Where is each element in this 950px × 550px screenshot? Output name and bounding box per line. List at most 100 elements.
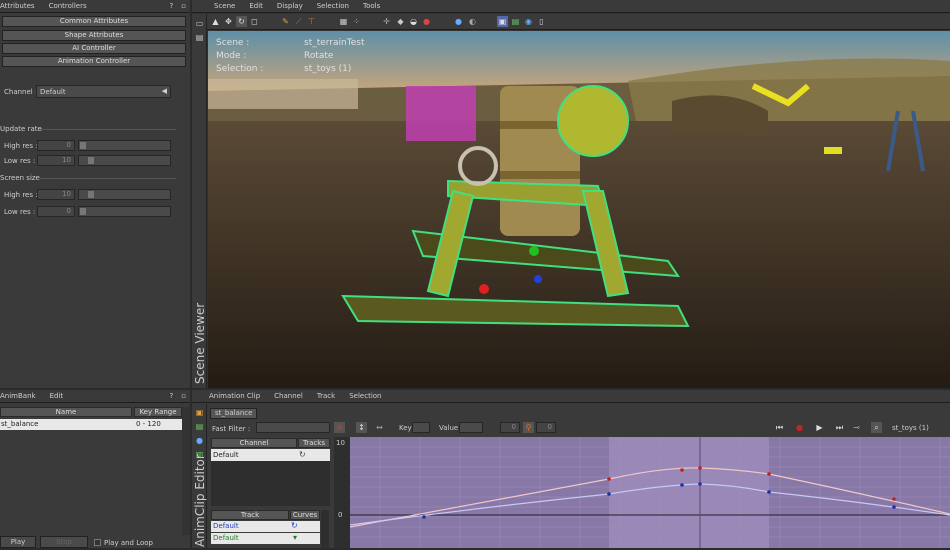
go-end-icon[interactable]: ⏭ bbox=[834, 422, 845, 433]
update-low-res-input[interactable]: 10 bbox=[37, 155, 75, 166]
phone-icon[interactable]: ▯ bbox=[536, 16, 547, 27]
paint-icon[interactable]: ⟋ bbox=[293, 16, 304, 27]
animbank-panel: AnimBank Edit ? ▫ Name Key Range st_bala… bbox=[0, 390, 190, 548]
channel-column-header[interactable]: Channel bbox=[211, 438, 297, 448]
terrain-icon[interactable]: ⊤ bbox=[306, 16, 317, 27]
screen-low-res-input[interactable]: 0 bbox=[37, 206, 75, 217]
display-menu[interactable]: Display bbox=[270, 2, 310, 10]
object-search-icon[interactable]: ⌕ bbox=[871, 422, 882, 433]
scene-menu[interactable]: Scene bbox=[207, 2, 242, 10]
view-mode-icon[interactable]: ▣ bbox=[497, 16, 508, 27]
maximize-icon[interactable]: ▫ bbox=[177, 392, 190, 400]
time-marker-icon[interactable]: ⚲ bbox=[523, 422, 534, 433]
maximize-icon[interactable]: ▫ bbox=[177, 2, 190, 10]
viewport-icon[interactable]: ▭ bbox=[194, 18, 205, 29]
scale-icon[interactable]: ◻ bbox=[249, 16, 260, 27]
track-column-header[interactable]: Track bbox=[211, 510, 289, 520]
edit-menu[interactable]: Edit bbox=[242, 2, 270, 10]
selection-menu[interactable]: Selection bbox=[310, 2, 356, 10]
camera-icon[interactable]: ◆ bbox=[395, 16, 406, 27]
channel-menu[interactable]: Channel bbox=[267, 392, 310, 400]
frame-start-input[interactable]: 0 bbox=[500, 422, 520, 433]
horizontal-fit-icon[interactable]: ↔ bbox=[374, 422, 385, 433]
play-button[interactable]: Play bbox=[0, 536, 36, 548]
ai-controller-header[interactable]: AI Controller bbox=[2, 43, 186, 54]
animbank-scrollbar[interactable] bbox=[182, 407, 190, 535]
tracks-column-header[interactable]: Tracks bbox=[298, 438, 330, 448]
move-icon[interactable]: ✥ bbox=[223, 16, 234, 27]
frame-end-input[interactable]: 0 bbox=[536, 422, 556, 433]
track-menu[interactable]: Track bbox=[310, 392, 342, 400]
rotate-icon[interactable]: ↻ bbox=[236, 16, 247, 27]
screen-low-res-label: Low res : bbox=[4, 208, 36, 216]
slider-thumb[interactable] bbox=[80, 142, 86, 149]
animation-clip-menu[interactable]: Animation Clip bbox=[209, 392, 267, 400]
record-icon[interactable]: ● bbox=[794, 422, 805, 433]
render-icon[interactable]: ● bbox=[421, 16, 432, 27]
scene-viewport[interactable]: Scene : Mode : Selection : st_terrainTes… bbox=[208, 31, 950, 388]
channel-dropdown[interactable]: Default ◀ bbox=[36, 85, 171, 98]
curve-graph[interactable]: 10 0 bbox=[334, 437, 950, 548]
snap-icon[interactable]: ⁘ bbox=[351, 16, 362, 27]
animation-controller-header[interactable]: Animation Controller bbox=[2, 56, 186, 67]
screen-high-res-slider[interactable] bbox=[78, 189, 171, 200]
name-column-header[interactable]: Name bbox=[0, 407, 132, 417]
key-range-column-header[interactable]: Key Range bbox=[134, 407, 182, 417]
key-link-icon[interactable]: ⊸ bbox=[851, 422, 862, 433]
value-input[interactable] bbox=[459, 422, 483, 433]
light-icon[interactable]: ◒ bbox=[408, 16, 419, 27]
help-icon[interactable]: ? bbox=[166, 2, 178, 10]
curve-check-icon: ▾ bbox=[293, 533, 298, 542]
vertical-fit-icon[interactable]: ↕ bbox=[356, 422, 367, 433]
attributes-tabbar: Attributes Controllers ? ▫ bbox=[0, 0, 190, 13]
tab-controllers[interactable]: Controllers bbox=[42, 2, 94, 10]
tools-menu[interactable]: Tools bbox=[356, 2, 387, 10]
screen-high-res-label: High res : bbox=[4, 191, 38, 199]
channel-value: Default bbox=[40, 88, 66, 96]
update-low-res-slider[interactable] bbox=[78, 155, 171, 166]
clip-tab[interactable]: st_balance bbox=[210, 408, 258, 419]
update-high-res-input[interactable]: 0 bbox=[37, 140, 75, 151]
slider-thumb[interactable] bbox=[88, 191, 95, 198]
clip-icon[interactable]: ▣ bbox=[194, 407, 205, 418]
animbank-tab[interactable]: AnimBank bbox=[0, 392, 43, 400]
transform-gizmo-icon[interactable]: ✛ bbox=[381, 16, 392, 27]
curves-column-header[interactable]: Curves bbox=[290, 510, 320, 520]
channel-icon[interactable]: ▤ bbox=[194, 421, 205, 432]
slider-thumb[interactable] bbox=[88, 157, 95, 164]
tab-attributes[interactable]: Attributes bbox=[0, 2, 42, 10]
track-scrollbar[interactable] bbox=[321, 510, 329, 548]
value-label: Value bbox=[439, 424, 459, 432]
track-icon[interactable]: ● bbox=[194, 435, 205, 446]
key-input[interactable] bbox=[412, 422, 430, 433]
scene-menubar: Scene Edit Display Selection Tools bbox=[192, 0, 950, 13]
selection-menu[interactable]: Selection bbox=[342, 392, 388, 400]
play-and-loop-checkbox[interactable] bbox=[94, 539, 101, 546]
wire-icon[interactable]: ◐ bbox=[467, 16, 478, 27]
channel-row[interactable]: Default ↻ bbox=[211, 449, 330, 461]
screen-high-res-input[interactable]: 10 bbox=[37, 189, 75, 200]
magnet-icon[interactable]: ∩ bbox=[334, 422, 345, 433]
stop-button[interactable]: Stop bbox=[40, 536, 88, 548]
track-row[interactable]: Default ↻ bbox=[211, 521, 320, 532]
select-arrow-icon[interactable]: ▲ bbox=[210, 16, 221, 27]
globe-icon[interactable]: ◉ bbox=[523, 16, 534, 27]
common-attributes-header[interactable]: Common Attributes bbox=[2, 16, 186, 27]
update-high-res-slider[interactable] bbox=[78, 140, 171, 151]
brush-icon[interactable]: ✎ bbox=[280, 16, 291, 27]
track-row[interactable]: Default ▾ bbox=[211, 533, 320, 544]
dropdown-arrow-icon: ◀ bbox=[161, 87, 167, 95]
screen-low-res-slider[interactable] bbox=[78, 206, 171, 217]
slider-thumb[interactable] bbox=[80, 208, 86, 215]
animbank-row[interactable]: st_balance 0 - 120 bbox=[0, 419, 182, 430]
document-icon[interactable]: ▤ bbox=[194, 32, 205, 43]
go-start-icon[interactable]: ⏮ bbox=[774, 422, 785, 433]
grid-icon[interactable]: ▦ bbox=[338, 16, 349, 27]
sphere-icon[interactable]: ● bbox=[453, 16, 464, 27]
animbank-edit-menu[interactable]: Edit bbox=[43, 392, 71, 400]
texture-icon[interactable]: ▤ bbox=[510, 16, 521, 27]
help-icon[interactable]: ? bbox=[166, 392, 178, 400]
shape-attributes-header[interactable]: Shape Attributes bbox=[2, 30, 186, 41]
fast-filter-input[interactable] bbox=[256, 422, 330, 433]
play-icon[interactable]: ▶ bbox=[814, 422, 825, 433]
